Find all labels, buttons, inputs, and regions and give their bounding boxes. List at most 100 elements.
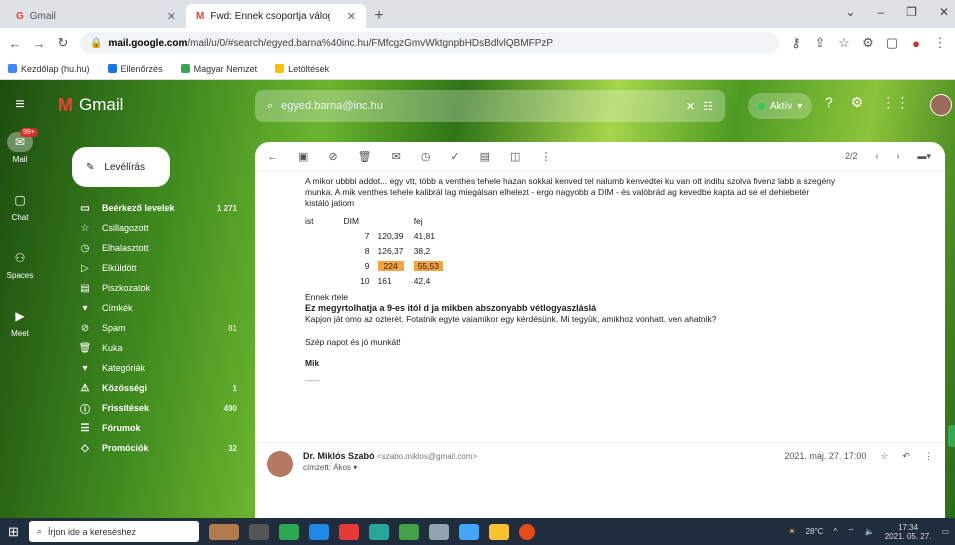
tray-arrow-icon[interactable]: ^ bbox=[833, 527, 837, 536]
delete-icon[interactable]: 🗑 bbox=[358, 150, 372, 163]
mail-search-bar[interactable]: ⌕ egyed.barna@inc.hu ✕ ☷ bbox=[255, 90, 725, 122]
url-field[interactable]: 🔒 mail.google.com /mail/u/0/#search/egye… bbox=[80, 32, 779, 54]
sidebar-label-item[interactable]: ⊘ Spam 81 bbox=[40, 318, 245, 338]
key-icon[interactable]: ⚷ bbox=[789, 35, 803, 51]
notifications-icon[interactable]: ▭ bbox=[941, 527, 949, 536]
folder-icon[interactable] bbox=[488, 523, 509, 540]
maximize-icon[interactable]: ❐ bbox=[906, 5, 917, 19]
sidebar-label-item[interactable]: ▾ Kategóriák bbox=[40, 358, 245, 378]
weather-icon[interactable]: ☀ bbox=[788, 527, 795, 536]
settings-gear-icon[interactable]: ⚙ bbox=[851, 94, 864, 111]
profile-icon[interactable]: ● bbox=[909, 36, 923, 51]
store-app-icon[interactable] bbox=[338, 523, 359, 540]
share-icon[interactable]: ⇪ bbox=[813, 35, 827, 51]
sidepanel-icon[interactable]: ▢ bbox=[885, 35, 899, 51]
sidebar-label-item[interactable]: ▾ Címkék bbox=[40, 298, 245, 318]
clear-search-icon[interactable]: ✕ bbox=[686, 100, 695, 113]
search-icon[interactable]: ⌕ bbox=[267, 100, 273, 113]
chevron-down-icon[interactable]: ⌄ bbox=[845, 5, 855, 19]
back-icon[interactable]: ← bbox=[8, 36, 22, 51]
bookmark-item[interactable]: Kezdőlap (hu.hu) bbox=[8, 64, 90, 74]
sidebar-label-item[interactable]: ▷ Elküldött bbox=[40, 258, 245, 278]
sidebar-label-item[interactable]: ▭ Beérkező levelek 1 271 bbox=[40, 198, 245, 218]
compose-button[interactable]: ✎ Levélírás bbox=[72, 147, 170, 187]
recipient-line[interactable]: címzett: Ákos ▾ bbox=[303, 463, 477, 472]
rail-spaces[interactable]: ⚇ Spaces bbox=[0, 248, 40, 306]
taskbar-search[interactable]: ⌕ Írjon ide a kereséshez bbox=[28, 521, 199, 542]
reply-message-header[interactable]: Dr. Miklós Szabó <szabo.miklos@gmail.com… bbox=[255, 442, 945, 502]
more-icon[interactable]: ⋮ bbox=[933, 35, 947, 51]
minimize-icon[interactable]: – bbox=[877, 5, 884, 19]
body-paragraph: Ennek rtele bbox=[305, 292, 348, 302]
extensions-icon[interactable]: ⚙ bbox=[861, 35, 875, 51]
more-options-icon[interactable]: ⋮ bbox=[924, 451, 933, 494]
windows-start-icon[interactable]: ⊞ bbox=[8, 524, 19, 540]
bookmark-item[interactable]: Letöltések bbox=[275, 64, 329, 74]
rail-meet[interactable]: ▶ Meet bbox=[0, 306, 40, 364]
search-input[interactable]: egyed.barna@inc.hu bbox=[281, 100, 678, 112]
mail-app-icon[interactable] bbox=[308, 523, 329, 540]
archive-icon[interactable]: ▣ bbox=[298, 150, 308, 163]
add-task-icon[interactable]: ✓ bbox=[450, 150, 459, 163]
sidebar-label-item[interactable]: ☆ Csillagozott bbox=[40, 218, 245, 238]
sidebar-label-item[interactable]: ☰ Fórumok bbox=[40, 418, 245, 438]
rail-mail[interactable]: ✉ 99+ Mail bbox=[0, 128, 40, 190]
more-options-icon[interactable]: ⋮ bbox=[540, 150, 551, 163]
task-view-icon[interactable] bbox=[248, 523, 269, 540]
edge-icon[interactable] bbox=[368, 523, 389, 540]
network-icon[interactable]: ⌔ bbox=[847, 527, 855, 537]
chevron-right-icon[interactable]: › bbox=[896, 151, 899, 162]
browser-tab-active[interactable]: M Fwd: Ennek csoportja válogatható ✕ bbox=[186, 4, 366, 28]
app-icon[interactable] bbox=[278, 523, 299, 540]
bird-widget-icon[interactable] bbox=[208, 523, 239, 540]
new-tab-button[interactable]: + bbox=[366, 4, 392, 28]
app-icon[interactable] bbox=[458, 523, 479, 540]
filter-options-icon[interactable]: ☷ bbox=[703, 100, 713, 113]
apps-grid-icon[interactable]: ⋮⋮ bbox=[881, 94, 909, 111]
sidebar-label-item[interactable]: ◷ Elhalasztott bbox=[40, 238, 245, 258]
rail-chat[interactable]: ▢ Chat bbox=[0, 190, 40, 248]
volume-icon[interactable]: 🔈 bbox=[865, 527, 875, 536]
star-icon[interactable]: ☆ bbox=[837, 35, 851, 51]
sidebar-label-item[interactable]: ◇ Promóciók 32 bbox=[40, 438, 245, 458]
snooze-icon[interactable]: ◷ bbox=[421, 150, 431, 163]
clock[interactable]: 17:34 2021. 05. 27. bbox=[885, 523, 932, 541]
sidebar-label-item[interactable]: ⚠ Közösségi 1 bbox=[40, 378, 245, 398]
gmail-app: ≡ M Gmail ⌕ egyed.barna@inc.hu ✕ ☷ Aktív… bbox=[0, 80, 955, 518]
office-app-icon[interactable] bbox=[398, 523, 419, 540]
sidebar-label-item[interactable]: 🗑 Kuka bbox=[40, 338, 245, 358]
side-panel-toggle[interactable] bbox=[948, 425, 955, 447]
back-arrow-icon[interactable]: ← bbox=[267, 151, 278, 163]
sidebar-label-item[interactable]: ▤ Piszkozatok bbox=[40, 278, 245, 298]
reply-icon[interactable]: ↶ bbox=[902, 451, 910, 494]
mark-unread-icon[interactable]: ✉ bbox=[392, 150, 401, 163]
bookmark-item[interactable]: Ellenőrzés bbox=[107, 64, 163, 74]
close-tab-icon[interactable]: ✕ bbox=[347, 10, 356, 23]
label-icon[interactable]: ◫ bbox=[510, 150, 520, 163]
table-cell: 9 224 bbox=[324, 259, 414, 274]
status-button[interactable]: Aktív ▾ bbox=[748, 93, 813, 119]
label-count: 32 bbox=[228, 443, 237, 453]
sidebar-label-item[interactable]: ⓘ Frissítések 490 bbox=[40, 398, 245, 418]
star-icon[interactable]: ☆ bbox=[880, 451, 888, 494]
help-icon[interactable]: ? bbox=[825, 94, 833, 111]
bookmark-item[interactable]: Magyar Nemzet bbox=[180, 64, 257, 74]
report-spam-icon[interactable]: ⊘ bbox=[328, 150, 337, 163]
move-to-icon[interactable]: ▤ bbox=[480, 150, 490, 163]
table-header: fej bbox=[413, 216, 423, 226]
app-icon[interactable] bbox=[428, 523, 449, 540]
chevron-left-icon[interactable]: ‹ bbox=[875, 151, 878, 162]
close-tab-icon[interactable]: ✕ bbox=[167, 10, 176, 23]
chrome-icon[interactable] bbox=[518, 523, 535, 540]
table-row: 7 120,39 41,81 bbox=[305, 229, 453, 244]
keyboard-icon[interactable]: ▬▾ bbox=[917, 151, 931, 162]
browser-tab-gmail[interactable]: G Gmail ✕ bbox=[6, 4, 186, 28]
close-window-icon[interactable]: ✕ bbox=[939, 5, 949, 19]
gmail-logo[interactable]: M Gmail bbox=[40, 95, 220, 116]
label-text: Elhalasztott bbox=[102, 243, 149, 253]
hamburger-menu-icon[interactable]: ≡ bbox=[0, 96, 40, 114]
forward-icon[interactable]: → bbox=[32, 36, 46, 51]
reload-icon[interactable]: ↻ bbox=[56, 35, 70, 51]
sender-avatar bbox=[267, 451, 293, 477]
account-avatar[interactable] bbox=[930, 94, 952, 116]
